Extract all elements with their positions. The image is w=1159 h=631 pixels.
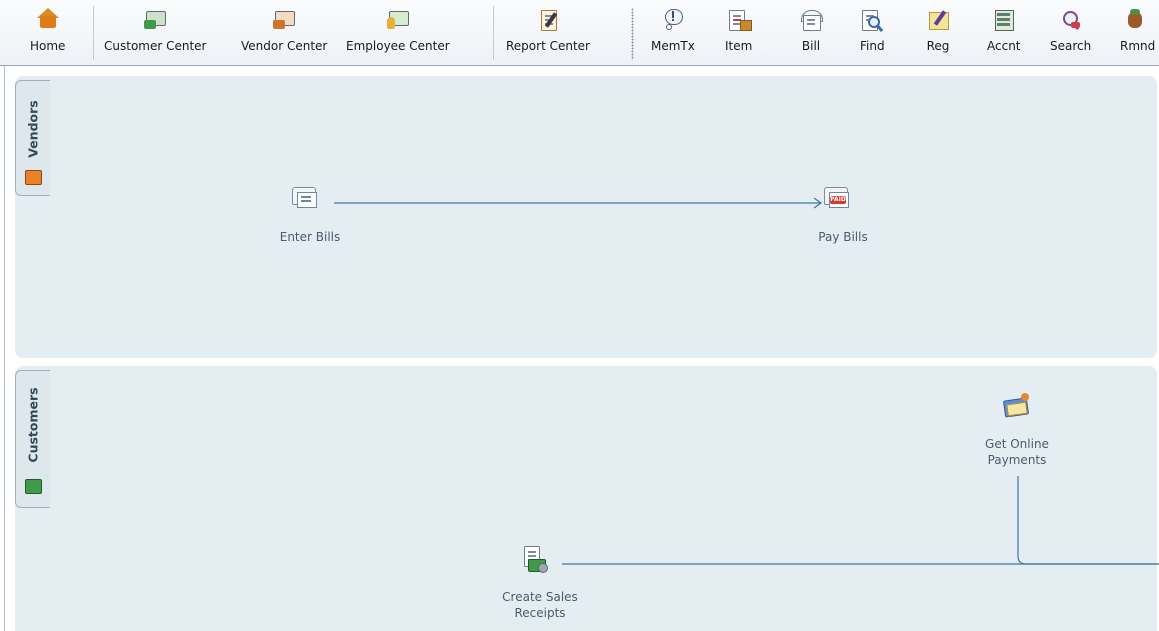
online-payments-connector-curve xyxy=(1017,555,1159,565)
workflow-arrows xyxy=(334,197,1159,565)
